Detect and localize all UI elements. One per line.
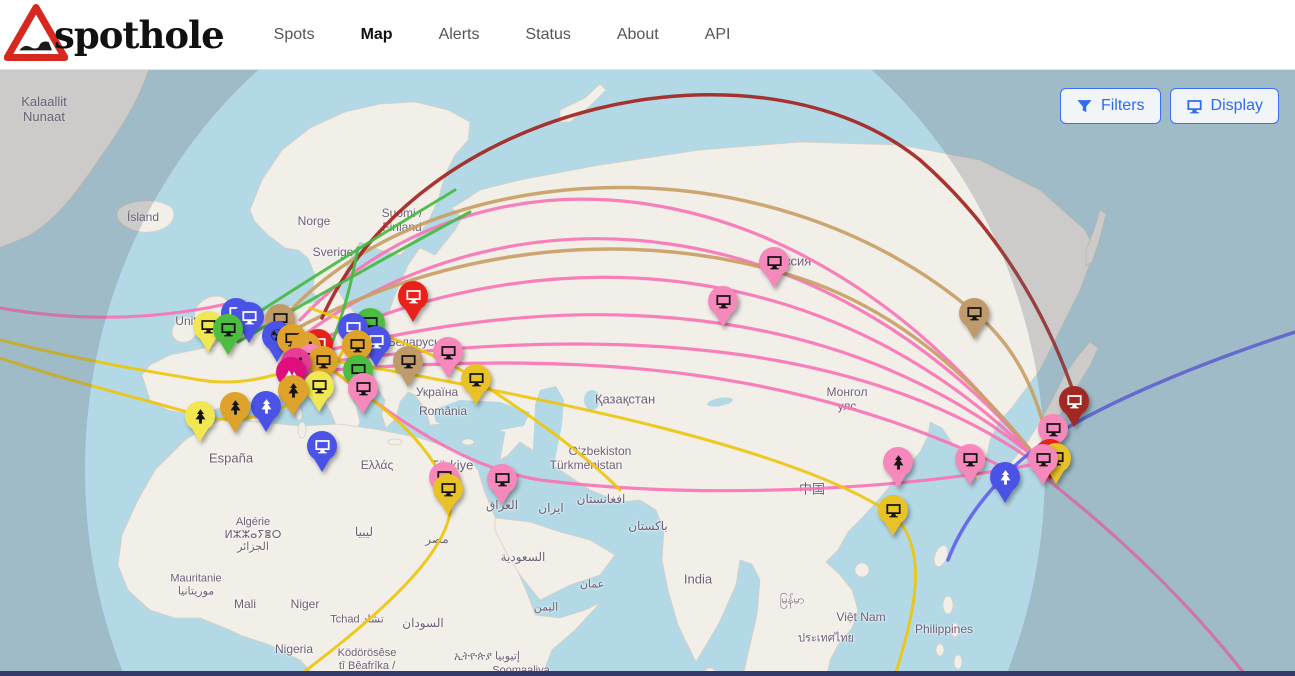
map-marker-monitor[interactable] [955, 444, 985, 487]
map-marker-monitor[interactable] [393, 346, 423, 389]
map-marker-tree[interactable] [220, 392, 250, 435]
map-marker-tree[interactable] [883, 447, 913, 490]
tree-icon [185, 401, 215, 431]
map-marker-monitor[interactable] [759, 247, 789, 290]
map-marker-monitor[interactable] [307, 431, 337, 474]
nav-item-map[interactable]: Map [361, 26, 393, 44]
map-marker-monitor[interactable] [1028, 444, 1058, 487]
monitor-icon [393, 346, 423, 376]
header: spothole Spots Map Alerts Status About API [0, 0, 1295, 70]
footer-strip [0, 671, 1295, 676]
filters-button[interactable]: Filters [1060, 88, 1161, 124]
nav-item-spots[interactable]: Spots [274, 26, 315, 44]
map-marker-monitor[interactable] [708, 286, 738, 329]
monitor-icon [304, 371, 334, 401]
nav-item-api[interactable]: API [705, 26, 731, 44]
monitor-icon [398, 281, 428, 311]
monitor-icon [1028, 444, 1058, 474]
display-button-label: Display [1211, 97, 1263, 115]
monitor-icon [708, 286, 738, 316]
filter-icon [1076, 98, 1093, 115]
tree-icon [251, 391, 281, 421]
monitor-icon [487, 464, 517, 494]
map-marker-tree[interactable] [185, 401, 215, 444]
monitor-icon [959, 298, 989, 328]
nav-item-alerts[interactable]: Alerts [439, 26, 480, 44]
map-marker-monitor[interactable] [487, 464, 517, 507]
map-marker-tree[interactable] [251, 391, 281, 434]
monitor-icon [433, 474, 463, 504]
monitor-icon [1059, 386, 1089, 416]
map-marker-tree[interactable] [278, 375, 308, 418]
map-marker-monitor[interactable] [461, 364, 491, 407]
monitor-icon [878, 495, 908, 525]
monitor-icon [213, 314, 243, 344]
monitor-icon [433, 337, 463, 367]
filters-button-label: Filters [1101, 97, 1145, 115]
monitor-icon [759, 247, 789, 277]
map-marker-monitor[interactable] [348, 373, 378, 416]
map-canvas[interactable]: Kalaallit NunaatÍslandNorgeSverigeSuomi … [0, 70, 1295, 676]
tree-icon [220, 392, 250, 422]
map-marker-monitor[interactable] [433, 337, 463, 380]
tree-icon [278, 375, 308, 405]
monitor-icon [461, 364, 491, 394]
tree-icon [990, 462, 1020, 492]
monitor-icon [307, 431, 337, 461]
tree-icon [883, 447, 913, 477]
map-markers-layer: ☢ [0, 70, 1295, 676]
map-controls: Filters Display [1060, 88, 1279, 124]
map-marker-monitor[interactable] [433, 474, 463, 517]
monitor-icon [955, 444, 985, 474]
map-marker-monitor[interactable] [398, 281, 428, 324]
display-icon [1186, 98, 1203, 115]
display-button[interactable]: Display [1170, 88, 1279, 124]
nav-item-about[interactable]: About [617, 26, 659, 44]
map-marker-monitor[interactable] [304, 371, 334, 414]
logo[interactable]: spothole [4, 3, 224, 67]
map-marker-monitor[interactable] [878, 495, 908, 538]
nav-item-status[interactable]: Status [525, 26, 570, 44]
map-marker-tree[interactable] [990, 462, 1020, 505]
map-marker-monitor[interactable] [959, 298, 989, 341]
map-marker-monitor[interactable] [213, 314, 243, 357]
logo-text: spothole [54, 13, 224, 57]
monitor-icon [348, 373, 378, 403]
main-nav: Spots Map Alerts Status About API [274, 26, 731, 44]
